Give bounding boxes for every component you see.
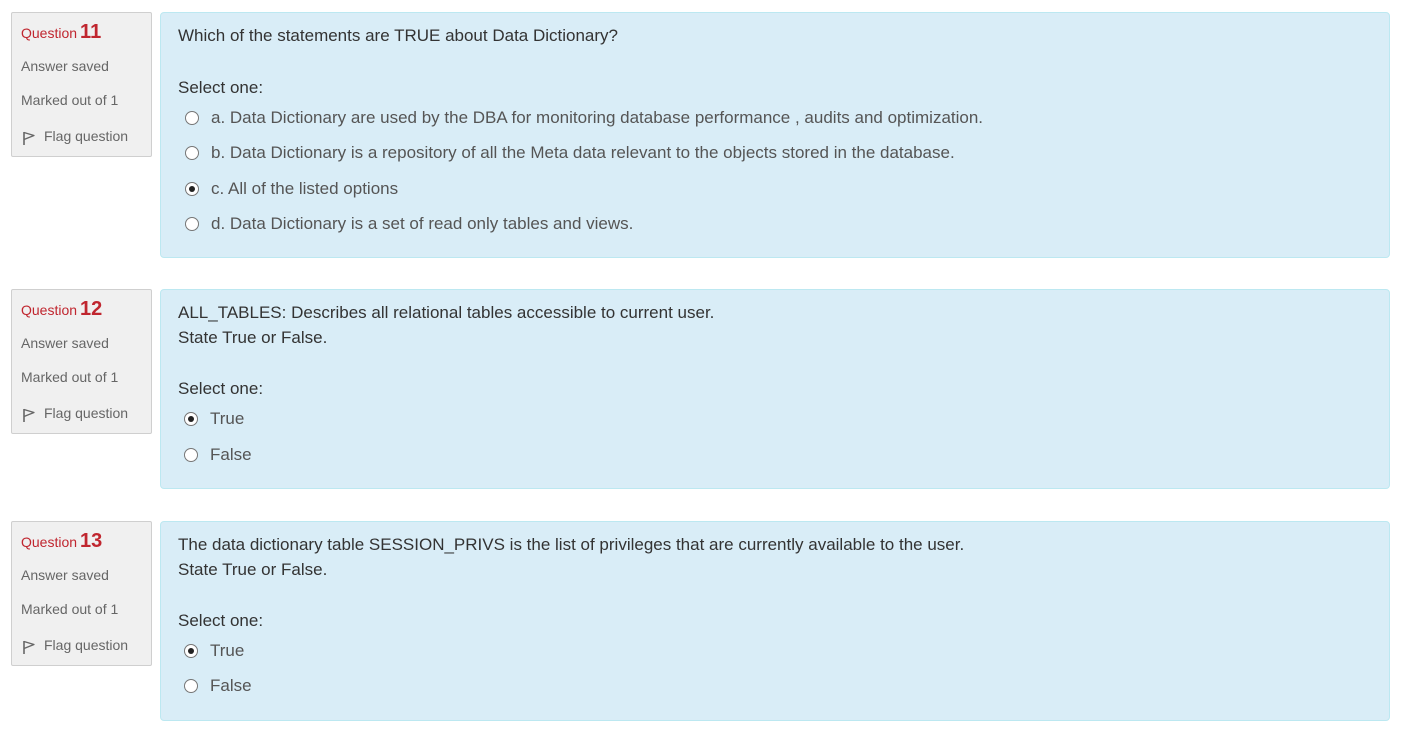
radio-button[interactable] (184, 448, 198, 462)
question-label: Question (21, 534, 78, 550)
question-text: The data dictionary table SESSION_PRIVS … (178, 535, 965, 554)
question-11: Question 11 Answer saved Marked out of 1 … (11, 12, 1390, 258)
answer-option-true[interactable]: True (184, 409, 244, 429)
radio-button-selected[interactable] (185, 182, 199, 196)
radio-button-selected[interactable] (184, 644, 198, 658)
answer-option-label: False (210, 445, 252, 464)
flag-icon (23, 131, 35, 145)
answer-option-label: b. Data Dictionary is a repository of al… (211, 143, 955, 162)
question-label: Question (21, 302, 78, 318)
flag-question-label: Flag question (44, 128, 129, 144)
flag-question-label: Flag question (44, 637, 129, 653)
question-number-value: 13 (80, 530, 103, 552)
grade-info: Marked out of 1 (21, 92, 119, 108)
flag-icon (23, 408, 35, 422)
radio-button[interactable] (185, 217, 199, 231)
answer-option-false[interactable]: False (184, 676, 252, 696)
question-number: Question 12 (21, 298, 102, 321)
answer-option-d[interactable]: d. Data Dictionary is a set of read only… (185, 214, 633, 234)
flag-question-button[interactable]: Flag question (21, 126, 128, 146)
question-content: The data dictionary table SESSION_PRIVS … (160, 521, 1390, 721)
question-label: Question (21, 25, 78, 41)
question-number-value: 11 (80, 21, 102, 43)
question-instruction: State True or False. (178, 560, 328, 579)
question-text: Which of the statements are TRUE about D… (178, 26, 618, 45)
question-text: ALL_TABLES: Describes all relational tab… (178, 303, 715, 322)
radio-button-selected[interactable] (184, 412, 198, 426)
answer-option-label: True (210, 641, 245, 660)
radio-button[interactable] (185, 146, 199, 160)
answer-option-label: False (210, 676, 252, 695)
answer-option-true[interactable]: True (184, 641, 244, 661)
answer-state: Answer saved (21, 567, 109, 583)
answer-option-label: a. Data Dictionary are used by the DBA f… (211, 108, 984, 127)
question-info-panel: Question 12 Answer saved Marked out of 1 … (11, 289, 152, 434)
question-content: Which of the statements are TRUE about D… (160, 12, 1390, 258)
answer-state: Answer saved (21, 335, 109, 351)
select-one-prompt: Select one: (178, 78, 264, 97)
flag-question-label: Flag question (44, 405, 129, 421)
answer-option-label: c. All of the listed options (211, 179, 399, 198)
grade-info: Marked out of 1 (21, 369, 119, 385)
question-12: Question 12 Answer saved Marked out of 1 … (11, 289, 1390, 489)
question-info-panel: Question 11 Answer saved Marked out of 1 … (11, 12, 152, 157)
answer-option-label: d. Data Dictionary is a set of read only… (211, 214, 634, 233)
question-number: Question 13 (21, 530, 102, 553)
radio-button[interactable] (185, 111, 199, 125)
select-one-prompt: Select one: (178, 611, 264, 630)
question-info-panel: Question 13 Answer saved Marked out of 1 … (11, 521, 152, 666)
question-content: ALL_TABLES: Describes all relational tab… (160, 289, 1390, 489)
flag-icon (23, 640, 35, 654)
question-number-value: 12 (80, 298, 103, 320)
question-13: Question 13 Answer saved Marked out of 1 … (11, 521, 1390, 721)
answer-option-c[interactable]: c. All of the listed options (185, 179, 398, 199)
radio-button[interactable] (184, 679, 198, 693)
answer-option-label: True (210, 409, 245, 428)
question-number: Question 11 (21, 21, 101, 44)
flag-question-button[interactable]: Flag question (21, 403, 128, 423)
answer-option-false[interactable]: False (184, 445, 252, 465)
question-instruction: State True or False. (178, 328, 328, 347)
answer-option-b[interactable]: b. Data Dictionary is a repository of al… (185, 143, 955, 163)
answer-option-a[interactable]: a. Data Dictionary are used by the DBA f… (185, 108, 983, 128)
answer-state: Answer saved (21, 58, 109, 74)
grade-info: Marked out of 1 (21, 601, 119, 617)
flag-question-button[interactable]: Flag question (21, 635, 128, 655)
select-one-prompt: Select one: (178, 379, 264, 398)
